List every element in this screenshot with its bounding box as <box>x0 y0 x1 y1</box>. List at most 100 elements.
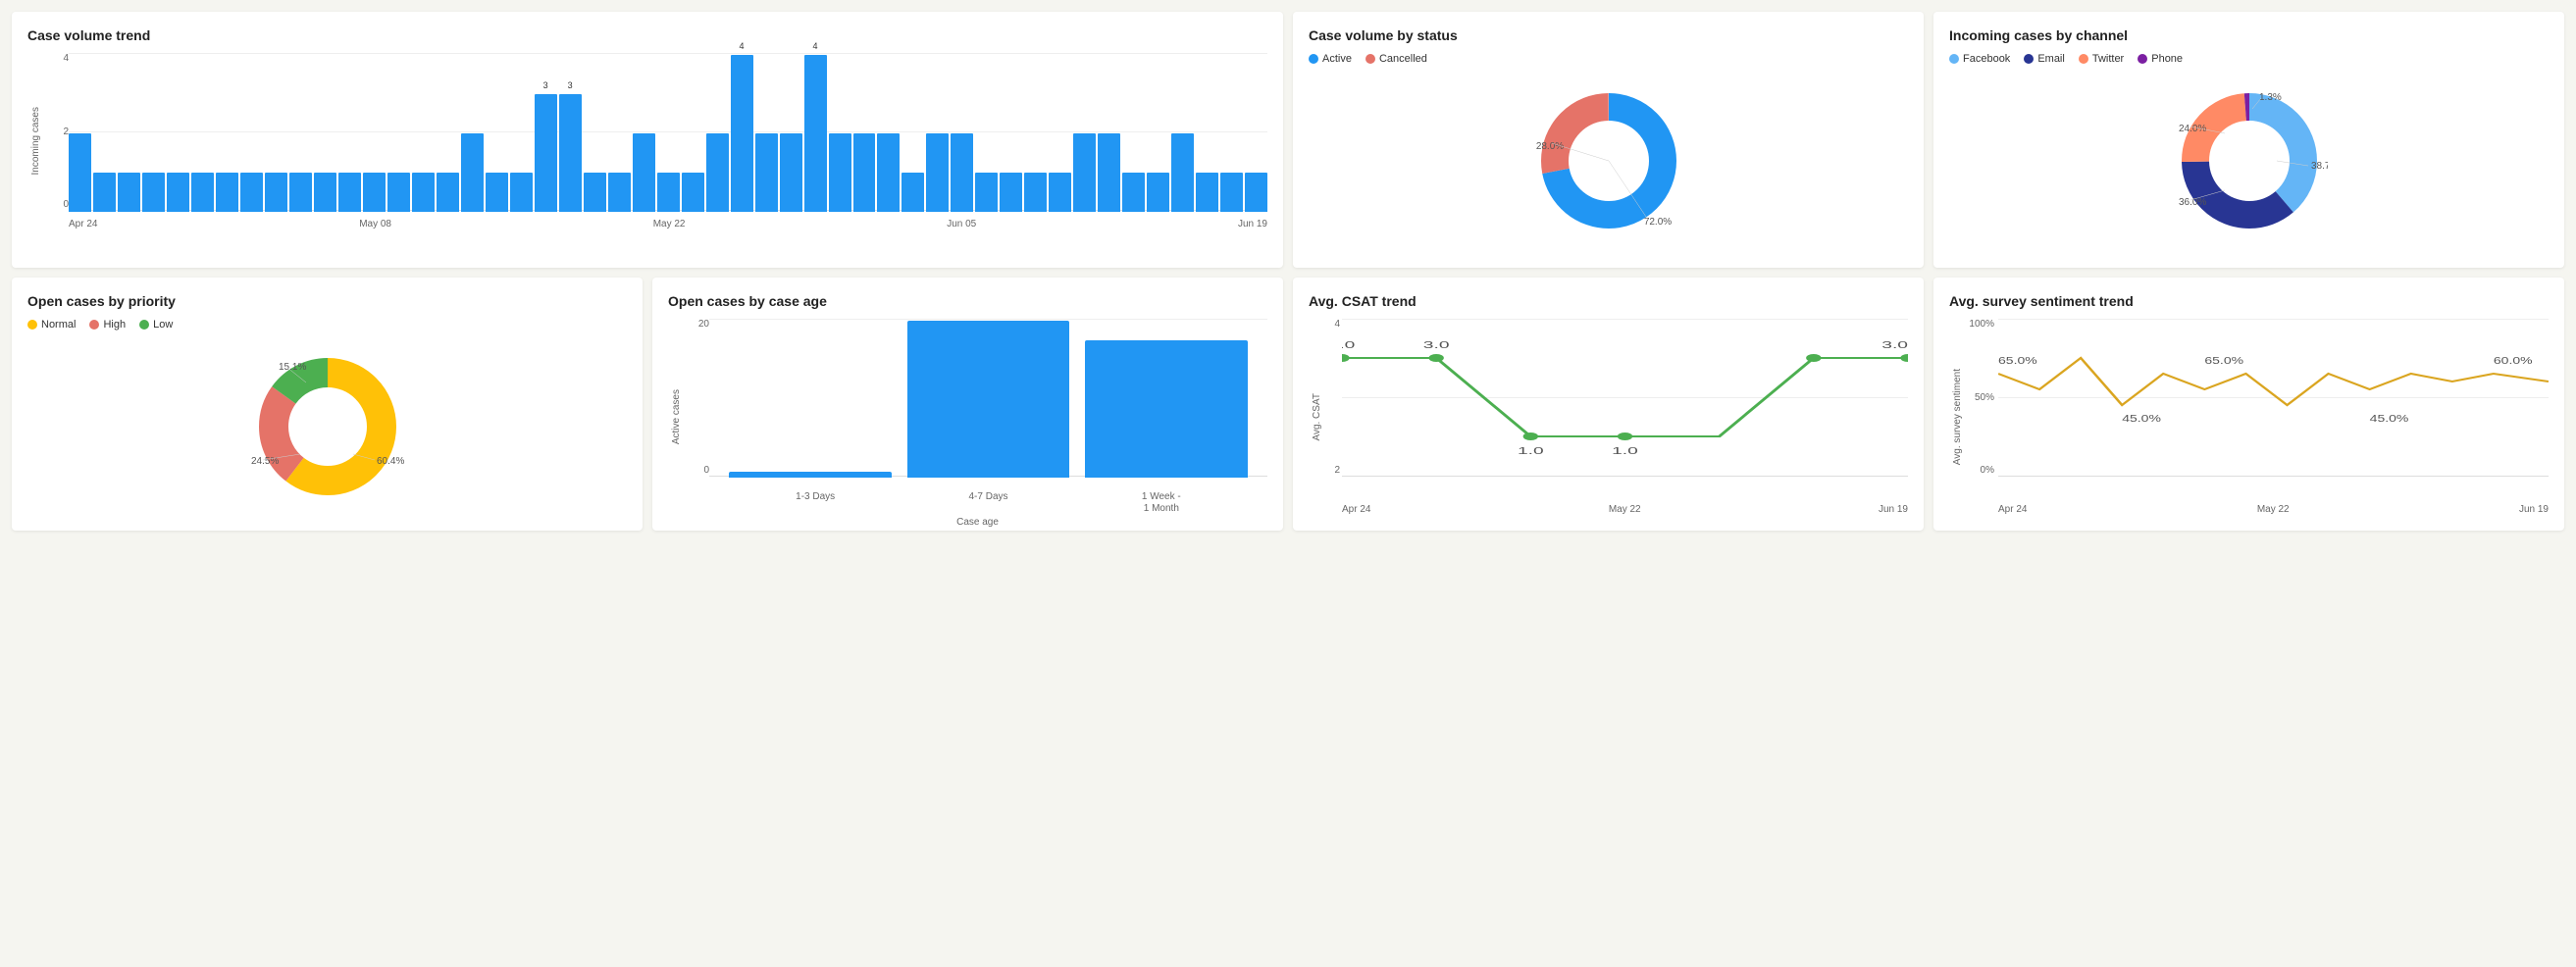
phone-label: Phone <box>2151 53 2183 65</box>
channel-13-label: 1.3% <box>2259 92 2282 103</box>
trend-bar-12 <box>363 173 386 212</box>
twitter-label: Twitter <box>2092 53 2124 65</box>
trend-bar-33 <box>877 133 900 212</box>
case-volume-trend-title: Case volume trend <box>27 27 1267 43</box>
trend-bar-37 <box>975 173 998 212</box>
x-tick-may22: May 22 <box>653 219 686 229</box>
trend-bar-40 <box>1049 173 1071 212</box>
y-tick-4: 4 <box>47 53 69 64</box>
case-volume-by-status-card: Case volume by status Active Cancelled 7… <box>1293 12 1924 268</box>
channel-387-label: 38.7% <box>2311 161 2328 172</box>
open-cases-priority-card: Open cases by priority Normal High Low <box>12 278 643 531</box>
sentiment-y-50: 50% <box>1969 392 1994 403</box>
cancelled-label: Cancelled <box>1379 53 1427 65</box>
trend-bar-47 <box>1220 173 1243 212</box>
svg-text:45.0%: 45.0% <box>2122 413 2161 424</box>
channel-donut-container: 38.7% 36.0% 24.0% 1.3% <box>1949 73 2549 249</box>
sentiment-x-jun19: Jun 19 <box>2519 504 2549 515</box>
high-dot <box>89 320 99 330</box>
legend-low: Low <box>139 319 173 331</box>
active-dot <box>1309 54 1318 64</box>
avg-sentiment-card: Avg. survey sentiment trend Avg. survey … <box>1933 278 2564 531</box>
trend-bar-7 <box>240 173 263 212</box>
trend-bar-28 <box>755 133 778 212</box>
svg-text:1.0: 1.0 <box>1612 446 1638 457</box>
active-label: Active <box>1322 53 1352 65</box>
case-volume-y-label: Incoming cases <box>30 107 41 175</box>
sentiment-x-apr24: Apr 24 <box>1998 504 2027 515</box>
trend-bar-30: 4 <box>804 55 827 212</box>
legend-normal: Normal <box>27 319 76 331</box>
trend-bar-20: 3 <box>559 94 582 212</box>
trend-bar-46 <box>1196 173 1218 212</box>
channel-donut-svg: 38.7% 36.0% 24.0% 1.3% <box>2171 82 2328 239</box>
bar-value-label-19: 3 <box>543 80 548 90</box>
high-label: High <box>103 319 126 331</box>
priority-donut-svg: 60.4% 24.5% 15.1% <box>249 348 406 505</box>
priority-245-label: 24.5% <box>251 456 279 467</box>
csat-y-label: Avg. CSAT <box>1312 393 1322 441</box>
age-x-1-3: 1-3 Days <box>729 491 902 515</box>
age-bar-1week <box>1085 340 1248 478</box>
facebook-dot <box>1949 54 1959 64</box>
dashboard: Case volume trend Incoming cases 4 2 0 <box>12 12 2564 531</box>
age-y-label: Active cases <box>671 389 682 444</box>
svg-text:65.0%: 65.0% <box>1998 355 2037 366</box>
status-donut-svg: 72.0% 28.0% <box>1530 82 1687 239</box>
avg-csat-card: Avg. CSAT trend Avg. CSAT 4 2 <box>1293 278 1924 531</box>
status-72-label: 72.0% <box>1643 217 1671 228</box>
x-tick-may08: May 08 <box>359 219 391 229</box>
trend-bar-35 <box>926 133 949 212</box>
incoming-channel-title: Incoming cases by channel <box>1949 27 2549 43</box>
trend-bar-44 <box>1147 173 1169 212</box>
trend-bar-19: 3 <box>535 94 557 212</box>
y-tick-0: 0 <box>47 199 69 210</box>
x-axis-trend: Apr 24 May 08 May 22 Jun 05 Jun 19 <box>69 219 1267 229</box>
legend-facebook: Facebook <box>1949 53 2010 65</box>
status-donut-container: 72.0% 28.0% <box>1309 73 1908 252</box>
sentiment-x-may22: May 22 <box>2257 504 2290 515</box>
incoming-cases-channel-card: Incoming cases by channel Facebook Email… <box>1933 12 2564 268</box>
twitter-dot <box>2079 54 2088 64</box>
legend-email: Email <box>2024 53 2065 65</box>
priority-604-label: 60.4% <box>377 456 404 467</box>
trend-bar-32 <box>853 133 876 212</box>
age-bar-1-3 <box>729 472 892 478</box>
trend-bar-2 <box>118 173 140 212</box>
legend-cancelled: Cancelled <box>1365 53 1427 65</box>
channel-legend: Facebook Email Twitter Phone <box>1949 53 2549 65</box>
email-label: Email <box>2037 53 2065 65</box>
trend-bar-39 <box>1024 173 1047 212</box>
bar-value-label-20: 3 <box>568 80 573 90</box>
svg-text:1.0: 1.0 <box>1518 446 1544 457</box>
trend-bar-13 <box>387 173 410 212</box>
trend-bar-4 <box>167 173 189 212</box>
priority-donut-container: 60.4% 24.5% 15.1% <box>27 338 627 515</box>
trend-bar-8 <box>265 173 287 212</box>
age-bar-1-3-bar <box>729 472 892 478</box>
trend-bar-48 <box>1245 173 1267 212</box>
cancelled-dot <box>1365 54 1375 64</box>
csat-x-axis: Apr 24 May 22 Jun 19 <box>1342 504 1908 515</box>
age-y-20: 20 <box>688 319 709 330</box>
trend-bar-0 <box>69 133 91 212</box>
status-28-label: 28.0% <box>1535 141 1563 152</box>
csat-svg: 3.0 3.0 1.0 1.0 3.0 <box>1342 319 1908 476</box>
trend-bar-23 <box>633 133 655 212</box>
sentiment-y-0: 0% <box>1969 465 1994 476</box>
open-cases-age-card: Open cases by case age Active cases 20 0 <box>652 278 1283 531</box>
trend-bar-31 <box>829 133 851 212</box>
x-tick-apr24: Apr 24 <box>69 219 97 229</box>
status-legend: Active Cancelled <box>1309 53 1908 65</box>
phone-dot <box>2138 54 2147 64</box>
bar-value-label-27: 4 <box>740 41 745 51</box>
trend-bar-3 <box>142 173 165 212</box>
trend-bar-42 <box>1098 133 1120 212</box>
age-bars-container <box>709 321 1267 478</box>
priority-title: Open cases by priority <box>27 293 627 309</box>
x-tick-jun05: Jun 05 <box>947 219 976 229</box>
age-y-0: 0 <box>688 465 709 476</box>
trend-bar-22 <box>608 173 631 212</box>
trend-bar-34 <box>902 173 924 212</box>
sentiment-y-100: 100% <box>1969 319 1994 330</box>
